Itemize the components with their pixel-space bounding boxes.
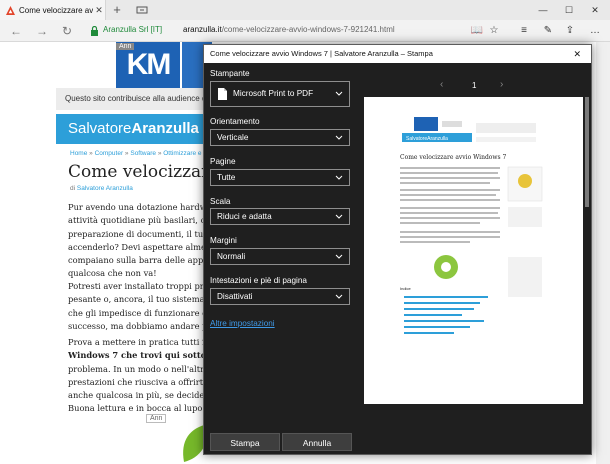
reload-button[interactable]: ↻ (59, 23, 75, 39)
url-path: /come-velocizzare-avvio-windows-7-921241… (221, 25, 395, 34)
breadcrumb-home[interactable]: Home (70, 150, 87, 157)
more-options-icon[interactable]: … (588, 24, 602, 38)
chevron-down-icon (335, 294, 343, 299)
cancel-button[interactable]: Annulla (282, 433, 352, 451)
brand-bold: Aranzulla (131, 120, 199, 137)
scale-label: Scala (210, 197, 231, 206)
preview-thumbnail: SalvatoreAranzulla Come velocizzare avvi… (400, 117, 543, 334)
page-scrollbar[interactable] (596, 42, 610, 464)
brand-light: Salvatore (68, 120, 132, 137)
breadcrumb-software[interactable]: Software (130, 150, 156, 157)
new-tab-button[interactable]: + (110, 2, 124, 18)
web-notes-icon[interactable]: ✎ (541, 24, 555, 38)
headers-footers-label: Intestazioni e piè di pagina (210, 276, 307, 285)
byline-prefix: di (70, 185, 77, 192)
site-logo[interactable]: SalvatoreAranzulla (56, 114, 206, 144)
browser-titlebar: Come velocizzare avvio ✕ + — ☐ ✕ (0, 0, 610, 20)
url-field[interactable]: aranzulla.it/come-velocizzare-avvio-wind… (183, 25, 395, 34)
minimize-button[interactable]: — (530, 0, 556, 20)
text-line: preparazione di documenti, il tuo con (68, 228, 208, 239)
ad-label-bottom: Ann (146, 414, 167, 423)
text-line: Pur avendo una dotazione hardware (68, 202, 208, 212)
author-link[interactable]: Salvatore Aranzulla (77, 185, 133, 192)
scale-value: Riduci e adatta (217, 212, 272, 221)
dialog-title: Come velocizzare avvio Windows 7 | Salva… (204, 45, 591, 63)
tab-preview-icon[interactable] (136, 4, 148, 16)
pages-value: Tutte (217, 173, 236, 182)
reading-view-icon[interactable]: 📖 (470, 24, 484, 38)
print-preview-page: SalvatoreAranzulla Come velocizzare avvi… (364, 97, 583, 404)
headers-footers-value: Disattivati (217, 292, 253, 301)
chevron-down-icon (335, 254, 343, 259)
chevron-down-icon (335, 135, 343, 140)
text-line: Buona lettura e in bocca al lupo per t (68, 403, 208, 414)
site-favicon-icon (6, 5, 15, 15)
text-line: problema. In un modo o nell'altro, il (68, 363, 208, 374)
text-line: qualcosa che non va! (68, 268, 157, 279)
breadcrumb-computer[interactable]: Computer (95, 150, 124, 157)
more-settings-link[interactable]: Altre impostazioni (210, 319, 275, 328)
back-button[interactable]: ← (8, 23, 24, 39)
ad-label: Ann (116, 43, 135, 50)
article-paragraph: Potresti aver installato troppi progra p… (68, 280, 208, 333)
pdf-file-icon (218, 88, 227, 100)
preview-brand: SalvatoreAranzulla (406, 136, 448, 142)
hub-icon[interactable]: ≡ (517, 24, 531, 38)
margins-label: Margini (210, 236, 237, 245)
print-button[interactable]: Stampa (210, 433, 280, 451)
preview-title: Come velocizzare avvio Windows 7 (400, 154, 507, 161)
preview-scrollbar[interactable] (585, 97, 589, 207)
printer-value: Microsoft Print to PDF (233, 89, 314, 98)
next-page-icon[interactable]: › (500, 79, 503, 90)
text-line: che gli impedisce di funzionare corre (68, 307, 208, 318)
maximize-button[interactable]: ☐ (556, 0, 582, 20)
text-line: Potresti aver installato troppi progra (68, 281, 208, 291)
orientation-select[interactable]: Verticale (210, 129, 350, 146)
audience-notice: Questo sito contribuisce alla audience d… (56, 88, 206, 110)
preview-page-number: 1 (472, 81, 477, 90)
text-line: Prova a mettere in pratica tutti i sugg (68, 337, 208, 347)
text-line: anche qualcosa in più, se deciderai di (68, 390, 208, 401)
lock-icon (91, 26, 98, 36)
text-line: successo, ma dobbiamo andare per te (68, 320, 208, 331)
chevron-down-icon (335, 175, 343, 180)
byline: di Salvatore Aranzulla (70, 185, 133, 192)
text-line: Windows 7 che trovi qui sotto e ti p (68, 350, 208, 361)
previous-page-icon[interactable]: ‹ (440, 79, 443, 90)
text-line: accenderlo? Devi aspettare almeno cir (68, 241, 208, 252)
article-paragraph: Prova a mettere in pratica tutti i sugg … (68, 336, 208, 416)
tab-title: Come velocizzare avvio (19, 5, 93, 15)
chevron-down-icon (335, 214, 343, 219)
printer-label: Stampante (210, 69, 250, 78)
margins-select[interactable]: Normali (210, 248, 350, 265)
article-paragraph: Pur avendo una dotazione hardware attivi… (68, 201, 208, 281)
favorite-star-icon[interactable]: ☆ (487, 24, 501, 38)
pages-label: Pagine (210, 157, 236, 166)
preview-toc-title: Indice (400, 286, 411, 291)
tab-close-icon[interactable]: ✕ (93, 5, 105, 16)
headers-footers-select[interactable]: Disattivati (210, 288, 350, 305)
chevron-down-icon (335, 91, 343, 96)
print-dialog: Come velocizzare avvio Windows 7 | Salva… (203, 44, 592, 455)
dialog-close-icon[interactable]: ✕ (573, 45, 581, 63)
url-domain: aranzulla.it (183, 25, 222, 34)
margins-value: Normali (217, 252, 246, 261)
site-identity[interactable]: Aranzulla Srl [IT] (103, 25, 162, 34)
text-line: prestazioni che riusciva a offrirti qua (68, 376, 208, 387)
text-line: attività quotidiane più basilari, come (68, 215, 208, 226)
breadcrumb-sep: » (87, 150, 95, 157)
pages-select[interactable]: Tutte (210, 169, 350, 186)
orientation-label: Orientamento (210, 117, 260, 126)
close-window-button[interactable]: ✕ (582, 0, 608, 20)
printer-select[interactable]: Microsoft Print to PDF (210, 81, 350, 107)
forward-button[interactable]: → (34, 23, 50, 39)
browser-tab[interactable]: Come velocizzare avvio ✕ (0, 0, 106, 20)
scale-select[interactable]: Riduci e adatta (210, 208, 350, 225)
text-line: compaiano sulla barra delle applicazi (68, 255, 208, 266)
address-bar: ← → ↻ Aranzulla Srl [IT] aranzulla.it/co… (0, 20, 610, 42)
share-icon[interactable]: ⇪ (563, 24, 577, 38)
orientation-value: Verticale (217, 133, 249, 142)
text-line: pesante o, ancora, il tuo sistema potre (68, 294, 208, 305)
